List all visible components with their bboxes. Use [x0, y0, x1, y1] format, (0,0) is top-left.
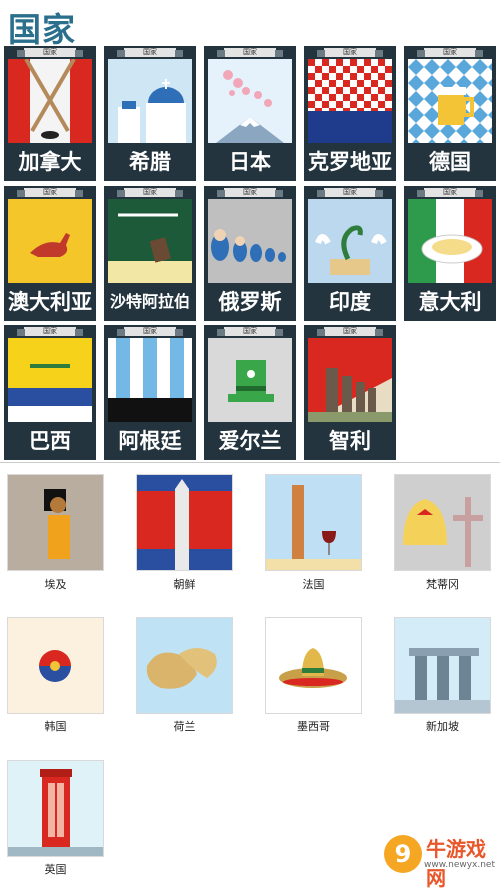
level-card-russia[interactable]: 国家 俄罗斯 — [204, 186, 296, 321]
level-card-japan[interactable]: 国家 日本 — [204, 46, 296, 181]
level-card-germany[interactable]: 国家 德国 — [404, 46, 496, 181]
south-korea-art — [8, 618, 103, 713]
card-name: 沙特阿拉伯 — [109, 292, 190, 311]
tile-label: 法国 — [302, 578, 325, 591]
ireland-art — [208, 338, 292, 422]
level-tile-vatican[interactable] — [394, 474, 491, 571]
page-title: 国家 — [8, 10, 76, 49]
level-card-greece[interactable]: 国家 希腊 — [104, 46, 196, 181]
card-ribbon: 国家 — [17, 188, 83, 197]
card-ribbon: 国家 — [117, 188, 183, 197]
uk-art — [8, 761, 103, 856]
card-ribbon: 国家 — [217, 327, 283, 336]
card-name: 澳大利亚 — [8, 290, 92, 314]
card-name: 爱尔兰 — [218, 429, 282, 453]
card-name: 日本 — [229, 150, 271, 174]
card-name: 俄罗斯 — [218, 290, 282, 314]
level-card-argentina[interactable]: 国家 阿根廷 — [104, 325, 196, 460]
card-ribbon: 国家 — [217, 48, 283, 57]
card-name: 阿根廷 — [118, 429, 182, 453]
singapore-art — [395, 618, 490, 713]
tile-label: 英国 — [44, 863, 67, 876]
card-ribbon: 国家 — [417, 48, 483, 57]
brazil-art — [8, 338, 92, 422]
india-art — [308, 199, 392, 283]
tile-label: 埃及 — [44, 578, 67, 591]
level-card-chile[interactable]: 国家 智利 — [304, 325, 396, 460]
level-tile-uk[interactable] — [7, 760, 104, 857]
tile-label: 梵蒂冈 — [426, 578, 459, 591]
italy-art — [408, 199, 492, 283]
netherlands-art — [137, 618, 232, 713]
card-name: 巴西 — [29, 429, 71, 453]
tile-label: 墨西哥 — [297, 720, 330, 733]
section-divider — [0, 462, 500, 463]
argentina-art — [108, 338, 192, 422]
card-name: 德国 — [429, 150, 471, 174]
australia-art — [8, 199, 92, 283]
france-art — [266, 475, 361, 570]
card-ribbon: 国家 — [317, 48, 383, 57]
site-watermark: 9 牛游戏网 www.newyx.net — [384, 833, 496, 890]
card-ribbon: 国家 — [117, 48, 183, 57]
level-card-italy[interactable]: 国家 意大利 — [404, 186, 496, 321]
tile-label: 新加坡 — [426, 720, 459, 733]
chile-art — [308, 338, 392, 422]
level-card-canada[interactable]: 国家 加拿大 — [4, 46, 96, 181]
germany-art — [408, 59, 492, 143]
mexico-art — [266, 618, 361, 713]
card-name: 加拿大 — [18, 150, 82, 174]
tile-label: 荷兰 — [173, 720, 196, 733]
level-card-saudi-arabia[interactable]: 国家 沙特阿拉伯 — [104, 186, 196, 321]
card-name: 克罗地亚 — [308, 150, 392, 174]
card-ribbon: 国家 — [417, 188, 483, 197]
egypt-art — [8, 475, 103, 570]
card-name: 希腊 — [129, 150, 171, 174]
level-card-croatia[interactable]: 国家 克罗地亚 — [304, 46, 396, 181]
card-ribbon: 国家 — [117, 327, 183, 336]
level-card-ireland[interactable]: 国家 爱尔兰 — [204, 325, 296, 460]
level-card-india[interactable]: 国家 印度 — [304, 186, 396, 321]
greece-art — [108, 59, 192, 143]
card-name: 意大利 — [418, 290, 482, 314]
saudi-arabia-art — [108, 199, 192, 283]
level-tile-singapore[interactable] — [394, 617, 491, 714]
tile-label: 朝鲜 — [173, 578, 196, 591]
card-ribbon: 国家 — [17, 48, 83, 57]
japan-art — [208, 59, 292, 143]
north-korea-art — [137, 475, 232, 570]
level-tile-egypt[interactable] — [7, 474, 104, 571]
site-watermark-url: www.newyx.net — [424, 860, 496, 870]
russia-art — [208, 199, 292, 283]
level-tile-north-korea[interactable] — [136, 474, 233, 571]
vatican-art — [395, 475, 490, 570]
level-tile-south-korea[interactable] — [7, 617, 104, 714]
level-tile-netherlands[interactable] — [136, 617, 233, 714]
card-name: 智利 — [329, 429, 371, 453]
site-logo-icon: 9 — [384, 835, 422, 873]
level-card-brazil[interactable]: 国家 巴西 — [4, 325, 96, 460]
card-ribbon: 国家 — [217, 188, 283, 197]
card-ribbon: 国家 — [317, 327, 383, 336]
level-card-australia[interactable]: 国家 澳大利亚 — [4, 186, 96, 321]
level-tile-france[interactable] — [265, 474, 362, 571]
card-name: 印度 — [329, 290, 371, 314]
card-ribbon: 国家 — [17, 327, 83, 336]
level-tile-mexico[interactable] — [265, 617, 362, 714]
card-ribbon: 国家 — [317, 188, 383, 197]
canada-art — [8, 59, 92, 143]
tile-label: 韩国 — [44, 720, 67, 733]
croatia-art — [308, 59, 392, 143]
